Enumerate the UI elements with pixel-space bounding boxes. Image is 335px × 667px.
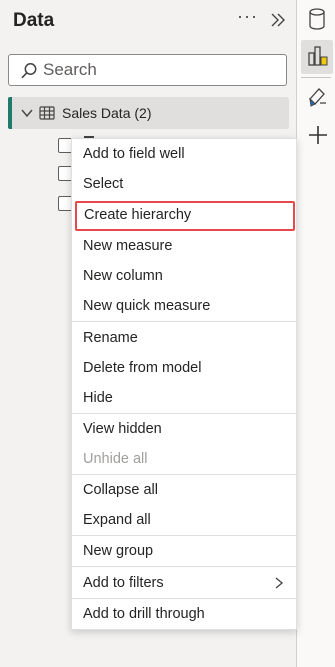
- menu-item-new-group[interactable]: New group: [72, 536, 296, 566]
- search-box[interactable]: [8, 54, 287, 86]
- rail-divider: [301, 77, 331, 78]
- search-input[interactable]: [43, 59, 279, 81]
- build-visual-button[interactable]: [301, 40, 333, 74]
- format-visual-button[interactable]: [301, 80, 333, 114]
- build-visual-icon: [308, 46, 328, 66]
- menu-item-hide[interactable]: Hide: [72, 383, 296, 413]
- collapse-pane-button[interactable]: [268, 10, 288, 30]
- add-icon: [309, 126, 327, 144]
- menu-divider: [72, 566, 296, 567]
- menu-item-add-to-drill-through[interactable]: Add to drill through: [72, 599, 296, 629]
- ellipsis-icon: ···: [237, 6, 258, 26]
- menu-item-create-hierarchy[interactable]: Create hierarchy: [75, 201, 295, 231]
- menu-item-new-column[interactable]: New column: [72, 261, 296, 291]
- chevron-down-icon[interactable]: [20, 106, 34, 120]
- menu-item-unhide-all: Unhide all: [83, 451, 148, 467]
- menu-item-collapse-all[interactable]: Collapse all: [72, 475, 296, 505]
- menu-item-select[interactable]: Select: [72, 169, 296, 199]
- table-label: Sales Data (2): [62, 105, 152, 121]
- format-icon: [309, 88, 326, 107]
- table-node-sales-data[interactable]: Sales Data (2): [8, 97, 289, 129]
- menu-item-delete-from-model[interactable]: Delete from model: [72, 353, 296, 383]
- search-icon: [21, 63, 37, 79]
- menu-item-add-to-filters[interactable]: Add to filters: [72, 568, 296, 598]
- menu-item-view-hidden[interactable]: View hidden: [72, 414, 296, 444]
- chevron-right-icon: [275, 577, 284, 589]
- selection-accent: [8, 97, 12, 129]
- menu-item-new-quick-measure[interactable]: New quick measure: [72, 291, 296, 321]
- menu-item-expand-all[interactable]: Expand all: [72, 505, 296, 535]
- menu-divider: [72, 321, 296, 322]
- data-icon: [309, 8, 325, 30]
- menu-item-rename[interactable]: Rename: [72, 323, 296, 353]
- data-pane-button[interactable]: [301, 2, 333, 36]
- context-menu: Add to field well Select Create hierarch…: [71, 138, 297, 630]
- table-icon: [39, 106, 55, 120]
- pane-switcher-rail: [296, 0, 335, 667]
- more-options-button[interactable]: ···: [237, 6, 258, 27]
- menu-item-add-to-field-well[interactable]: Add to field well: [72, 139, 296, 169]
- add-pane-button[interactable]: [301, 118, 333, 152]
- pane-title: Data: [13, 10, 55, 31]
- menu-item-new-measure[interactable]: New measure: [72, 231, 296, 261]
- double-chevron-right-icon: [271, 13, 285, 27]
